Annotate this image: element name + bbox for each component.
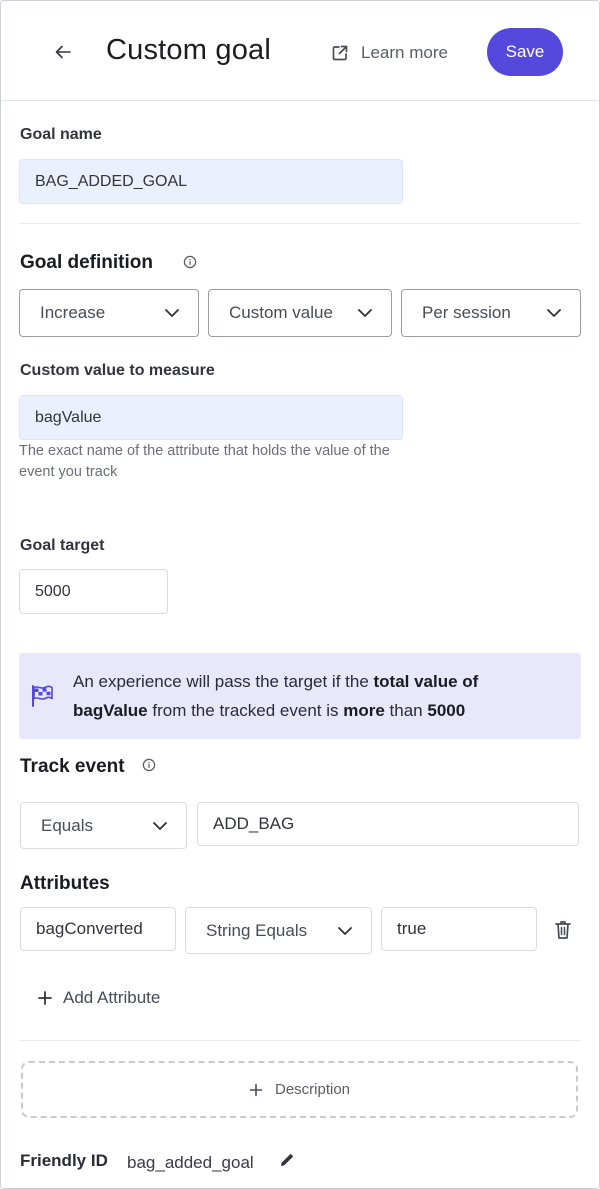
summary-bold3: 5000: [427, 701, 466, 720]
info-icon[interactable]: [183, 255, 197, 269]
description-label: Description: [274, 1081, 351, 1098]
track-event-input[interactable]: ADD_BAG: [197, 802, 579, 846]
attributes-heading: Attributes: [20, 873, 110, 894]
attribute-operator-select[interactable]: String Equals: [185, 907, 372, 954]
back-button[interactable]: [49, 37, 77, 67]
custom-value-label: Custom value to measure: [20, 362, 215, 379]
custom-value-input[interactable]: bagValue: [19, 395, 403, 440]
scope-select[interactable]: Per session: [401, 289, 581, 337]
chevron-down-icon: [165, 309, 179, 317]
direction-select[interactable]: Increase: [19, 289, 199, 337]
summary-part2: from the tracked event is: [147, 701, 344, 720]
metric-select[interactable]: Custom value: [208, 289, 392, 337]
track-event-operator-select[interactable]: Equals: [20, 802, 187, 849]
plus-icon: [38, 991, 52, 1005]
summary-part3: than: [384, 701, 428, 720]
summary-banner: An experience will pass the target if th…: [19, 653, 581, 739]
track-event-operator-value: Equals: [41, 815, 93, 835]
learn-more-label: Learn more: [361, 43, 448, 62]
summary-bold2: more: [343, 701, 385, 720]
pencil-icon[interactable]: [279, 1152, 295, 1168]
chevron-down-icon: [358, 309, 372, 317]
divider: [19, 1040, 581, 1041]
friendly-id-value: bag_added_goal: [127, 1153, 254, 1172]
checkered-flag-icon: [32, 685, 53, 707]
divider: [19, 223, 581, 224]
friendly-id-label: Friendly ID: [20, 1151, 108, 1170]
summary-part1: An experience will pass the target if th…: [73, 672, 374, 691]
page-title: Custom goal: [106, 34, 271, 66]
attribute-name-input[interactable]: bagConverted: [20, 907, 176, 951]
scope-select-value: Per session: [422, 303, 511, 322]
goal-definition-heading: Goal definition: [20, 252, 153, 273]
goal-target-input[interactable]: 5000: [19, 569, 168, 614]
attribute-value-input[interactable]: true: [381, 907, 537, 951]
custom-value-help: The exact name of the attribute that hol…: [19, 443, 390, 480]
goal-name-label: Goal name: [20, 126, 102, 143]
chevron-down-icon: [153, 821, 167, 830]
info-icon[interactable]: [142, 758, 156, 772]
goal-name-input[interactable]: BAG_ADDED_GOAL: [19, 159, 403, 204]
trash-icon[interactable]: [553, 919, 573, 941]
learn-more-link[interactable]: Learn more: [331, 41, 448, 65]
add-attribute-label: Add Attribute: [63, 988, 161, 1007]
external-link-icon: [332, 45, 348, 61]
add-attribute-button[interactable]: Add Attribute: [37, 985, 160, 1011]
metric-select-value: Custom value: [229, 303, 333, 322]
chevron-down-icon: [547, 309, 561, 317]
attribute-operator-value: String Equals: [206, 920, 308, 940]
arrow-left-icon: [55, 45, 71, 59]
chevron-down-icon: [338, 926, 352, 935]
save-button[interactable]: Save: [487, 28, 563, 76]
add-description-button[interactable]: Description: [21, 1061, 578, 1118]
summary-text: An experience will pass the target if th…: [73, 667, 553, 725]
direction-select-value: Increase: [40, 303, 106, 322]
track-event-heading: Track event: [20, 756, 125, 777]
plus-icon: [249, 1083, 263, 1096]
header: Custom goal Learn more Save: [1, 1, 599, 101]
goal-target-label: Goal target: [20, 537, 105, 554]
